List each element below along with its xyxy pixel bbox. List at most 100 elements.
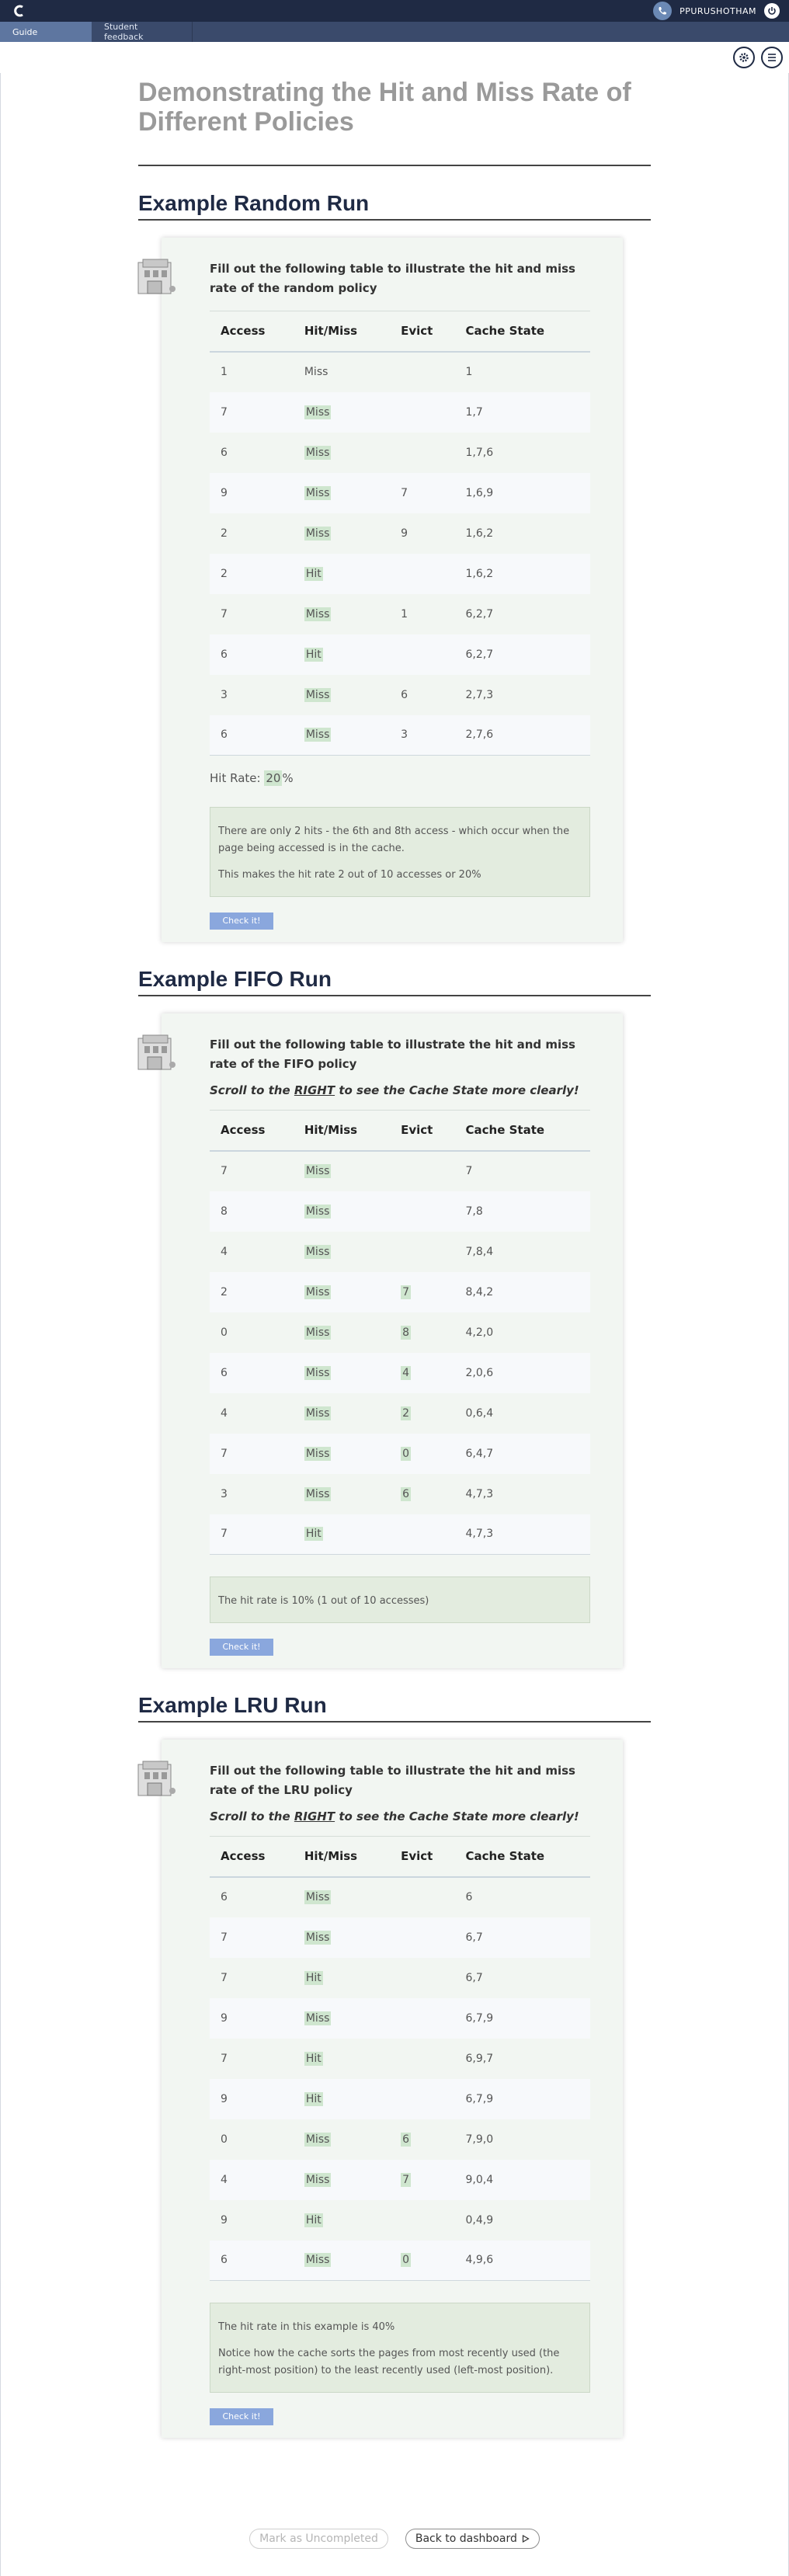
hit-miss-cell[interactable]: Miss <box>293 2159 391 2200</box>
hit-miss-cell[interactable]: Miss <box>294 433 390 473</box>
evict-cell <box>390 553 455 594</box>
access-cell: 7 <box>210 1514 294 1555</box>
hit-miss-cell[interactable]: Miss <box>294 1312 390 1353</box>
hit-miss-cell[interactable]: Hit <box>294 2200 390 2241</box>
phone-icon[interactable] <box>653 2 673 20</box>
mark-uncompleted-button[interactable]: Mark as Uncompleted <box>249 2529 388 2549</box>
access-cell: 2 <box>210 513 294 554</box>
hit-miss-cell[interactable]: Hit <box>293 553 391 594</box>
guide-content: Demonstrating the Hit and Miss Rate of D… <box>137 78 651 2438</box>
hit-miss-cell[interactable]: Hit <box>293 1514 391 1555</box>
access-cell: 6 <box>210 2240 294 2281</box>
access-value: 1 <box>221 366 228 378</box>
evict-cell[interactable]: 0 <box>390 2240 455 2281</box>
settings-icon[interactable] <box>733 47 755 68</box>
cache-state-value: 1,6,9 <box>465 486 494 499</box>
evict-cell[interactable]: 7 <box>390 2159 455 2200</box>
logo-icon[interactable] <box>9 1 30 21</box>
cache-state-cell: 7,9,0 <box>455 2119 591 2160</box>
hit-miss-cell[interactable]: Miss <box>294 513 390 554</box>
hit-miss-cell[interactable]: Miss <box>293 1191 391 1232</box>
check-it-button[interactable]: Check it! <box>210 1639 273 1656</box>
access-value: 6 <box>221 446 228 459</box>
table-row: 8 Miss 7,8 <box>210 1191 590 1232</box>
access-cell: 8 <box>210 1191 294 1232</box>
hit-miss-cell[interactable]: Miss <box>294 1393 390 1434</box>
cache-state-value: 7,8,4 <box>465 1245 494 1258</box>
hit-miss-cell[interactable]: Miss <box>294 1151 390 1191</box>
access-value: 3 <box>221 1487 228 1500</box>
access-cell: 9 <box>210 472 294 513</box>
cache-state-value: 2,7,6 <box>465 728 494 742</box>
evict-cell <box>390 1877 454 1917</box>
hit-miss-cell[interactable]: Miss <box>294 1232 390 1272</box>
cache-state-value: 1,6,2 <box>465 527 494 540</box>
cache-state-cell: 6 <box>455 1877 591 1917</box>
hit-miss-cell[interactable]: Miss <box>293 472 391 513</box>
evict-cell[interactable]: 2 <box>390 1393 454 1434</box>
hit-miss-cell[interactable]: Miss <box>293 1917 391 1958</box>
hit-miss-value: Miss <box>304 2172 332 2187</box>
hit-miss-cell[interactable]: Miss <box>293 391 391 433</box>
hit-miss-cell: Miss <box>294 352 390 392</box>
scroll-note-text: Scroll to the <box>210 1809 294 1823</box>
cache-state-value: 1,7 <box>465 405 483 419</box>
cache-state-cell: 9,0,4 <box>454 2159 590 2200</box>
evict-cell <box>390 1191 455 1232</box>
hit-miss-cell[interactable]: Miss <box>293 714 391 756</box>
hit-miss-cell[interactable]: Hit <box>294 1958 390 1998</box>
note-text: This makes the hit rate 2 out of 10 acce… <box>218 869 481 881</box>
evict-cell[interactable]: 6 <box>390 1474 454 1514</box>
exercise-prompt: Fill out the following table to illustra… <box>210 262 575 295</box>
evict-cell[interactable]: 7 <box>390 1271 455 1312</box>
username[interactable]: PPURUSHOTHAM <box>680 6 756 16</box>
exercise-card: Fill out the following table to illustra… <box>137 238 651 942</box>
list-icon[interactable] <box>761 47 783 68</box>
hit-miss-cell[interactable]: Miss <box>293 1433 391 1474</box>
access-value: 7 <box>221 2052 228 2065</box>
evict-value: 7 <box>401 1285 412 1299</box>
tab-guide[interactable]: Guide <box>0 22 92 42</box>
access-value: 7 <box>221 1971 228 1984</box>
table-row: 4 Miss 7 9,0,4 <box>210 2159 590 2200</box>
hit-miss-cell[interactable]: Miss <box>293 1352 391 1393</box>
evict-cell[interactable]: 6 <box>390 2119 454 2160</box>
evict-cell <box>390 2039 454 2079</box>
power-icon[interactable] <box>764 3 780 19</box>
cache-state-cell: 0,4,9 <box>455 2200 591 2241</box>
hit-miss-cell[interactable]: Miss <box>293 1997 391 2039</box>
hit-miss-cell[interactable]: Miss <box>294 594 390 634</box>
cache-state-value: 4,7,3 <box>465 1528 494 1541</box>
evict-cell <box>390 1151 454 1191</box>
cache-state-value: 6,7,9 <box>465 2011 494 2025</box>
hit-miss-cell[interactable]: Miss <box>293 1271 391 1312</box>
table-row: 6 Miss 6 <box>210 1877 590 1917</box>
hit-miss-cell[interactable]: Miss <box>294 2119 390 2160</box>
table-row: 9 Hit 6,7,9 <box>210 2078 590 2119</box>
hit-miss-cell[interactable]: Miss <box>294 1474 390 1514</box>
cache-state-cell: 2,7,6 <box>454 714 590 756</box>
hit-miss-cell[interactable]: Hit <box>293 2078 391 2119</box>
access-cell: 3 <box>210 675 294 715</box>
evict-cell <box>390 433 454 473</box>
check-it-button[interactable]: Check it! <box>210 2408 273 2425</box>
scroll-note-text: to see the Cache State more clearly! <box>335 1083 579 1097</box>
access-value: 2 <box>221 527 228 540</box>
column-header: Evict <box>390 311 455 353</box>
evict-cell[interactable]: 0 <box>390 1433 455 1474</box>
evict-cell[interactable]: 4 <box>390 1352 455 1393</box>
hit-rate-input[interactable]: 20 <box>264 770 283 786</box>
back-to-dashboard-button[interactable]: Back to dashboard <box>405 2529 540 2549</box>
table-row: 6 Miss 4 2,0,6 <box>210 1352 590 1393</box>
tab-student-feedback[interactable]: Student feedback <box>92 22 193 42</box>
section-title: Example Random Run <box>138 191 651 221</box>
hit-miss-cell[interactable]: Hit <box>294 2039 390 2079</box>
evict-cell[interactable]: 8 <box>390 1312 454 1353</box>
hit-miss-cell[interactable]: Miss <box>293 2240 391 2281</box>
hit-miss-cell[interactable]: Miss <box>294 675 390 715</box>
check-it-button[interactable]: Check it! <box>210 913 273 930</box>
hit-rate-suffix: % <box>282 771 294 785</box>
hit-miss-cell[interactable]: Miss <box>294 1877 390 1917</box>
evict-cell <box>390 2078 455 2119</box>
hit-miss-cell[interactable]: Hit <box>293 634 391 675</box>
